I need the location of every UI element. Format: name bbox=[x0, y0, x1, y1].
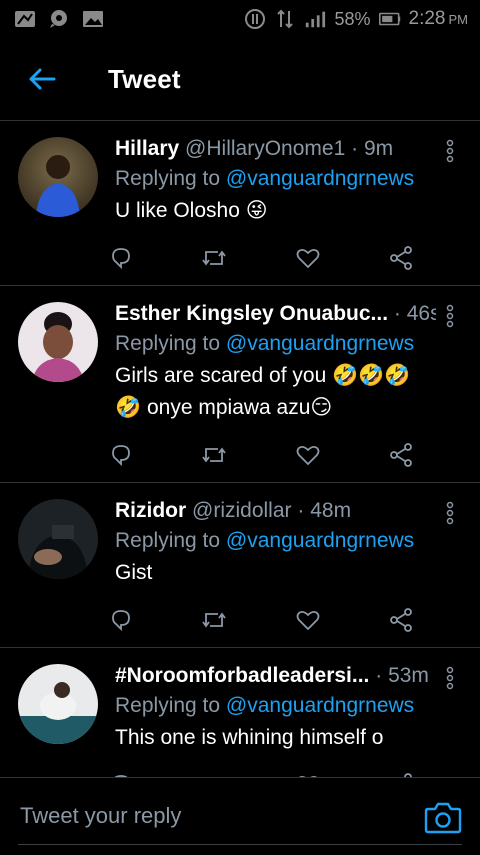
reply-tweet[interactable]: Hillary @HillaryOnome1 · 9m Replying to … bbox=[0, 121, 480, 286]
share-button[interactable] bbox=[386, 442, 416, 468]
retweet-icon bbox=[202, 612, 227, 628]
replying-to-prefix: Replying to bbox=[115, 694, 221, 717]
more-options-icon[interactable] bbox=[442, 501, 458, 525]
share-button[interactable] bbox=[386, 245, 416, 271]
tweet-actions bbox=[106, 589, 416, 647]
replying-to: Replying to @vanguardngrnews bbox=[115, 163, 436, 195]
gallery-icon bbox=[82, 10, 104, 28]
share-icon bbox=[390, 443, 412, 467]
battery-percent: 58% bbox=[334, 8, 371, 29]
replying-to: Replying to @vanguardngrnews bbox=[115, 328, 436, 360]
reply-icon bbox=[112, 445, 130, 467]
data-transfer-icon bbox=[274, 9, 296, 29]
camera-button[interactable] bbox=[424, 800, 462, 834]
avatar[interactable] bbox=[18, 499, 98, 579]
more-options-icon[interactable] bbox=[442, 304, 458, 328]
author-name[interactable]: Rizidor bbox=[115, 499, 186, 522]
author-name[interactable]: Esther Kingsley Onuabuc... bbox=[115, 302, 388, 325]
retweet-icon bbox=[202, 250, 227, 266]
more-options-icon[interactable] bbox=[442, 666, 458, 690]
like-icon bbox=[296, 610, 320, 631]
retweet-button[interactable] bbox=[199, 607, 229, 633]
reply-button[interactable] bbox=[106, 442, 136, 468]
data-saver-icon bbox=[244, 9, 266, 29]
signal-icon bbox=[304, 10, 326, 28]
replies-list[interactable]: Hillary @HillaryOnome1 · 9m Replying to … bbox=[0, 121, 480, 777]
tweet-actions bbox=[106, 424, 416, 482]
battery-icon bbox=[378, 10, 401, 28]
replying-to-prefix: Replying to bbox=[115, 332, 221, 355]
status-bar: 58% 2:28 PM bbox=[0, 0, 480, 38]
replying-to-prefix: Replying to bbox=[115, 167, 221, 190]
tweet-header: Rizidor @rizidollar · 48m bbox=[115, 497, 436, 525]
share-icon bbox=[390, 246, 412, 270]
tweet-text: Girls are scared of you 🤣🤣🤣🤣 onye mpiawa… bbox=[115, 364, 411, 419]
reply-button[interactable] bbox=[106, 607, 136, 633]
like-button[interactable] bbox=[293, 245, 323, 271]
back-button[interactable] bbox=[22, 59, 62, 99]
page-title: Tweet bbox=[108, 63, 181, 94]
replying-to: Replying to @vanguardngrnews bbox=[115, 690, 436, 722]
author-name[interactable]: #Noroomforbadleadersi... bbox=[115, 664, 369, 687]
timestamp: 53m bbox=[388, 664, 429, 687]
retweet-icon bbox=[202, 447, 227, 463]
tweet-text: U like Olosho 😜 bbox=[115, 199, 268, 222]
separator: · bbox=[393, 302, 401, 325]
author-handle[interactable]: @HillaryOnome1 bbox=[185, 137, 345, 160]
clock-ampm: PM bbox=[448, 12, 469, 27]
reply-input-underline bbox=[18, 844, 462, 845]
tweet-actions bbox=[106, 754, 416, 777]
tweet-actions bbox=[106, 227, 416, 285]
separator: · bbox=[297, 499, 305, 522]
like-button[interactable] bbox=[293, 442, 323, 468]
share-icon bbox=[390, 608, 412, 632]
separator: · bbox=[351, 137, 359, 160]
notification-icon bbox=[14, 10, 36, 28]
like-icon bbox=[296, 248, 320, 269]
retweet-button[interactable] bbox=[199, 245, 229, 271]
reply-tweet[interactable]: Esther Kingsley Onuabuc... · 46s Replyin… bbox=[0, 286, 480, 483]
more-options-icon[interactable] bbox=[442, 139, 458, 163]
like-icon bbox=[296, 445, 320, 466]
clock: 2:28 PM bbox=[409, 8, 468, 30]
replying-to-link[interactable]: @vanguardngrnews bbox=[226, 332, 414, 355]
timestamp: 48m bbox=[310, 499, 352, 522]
share-button[interactable] bbox=[386, 607, 416, 633]
clock-time: 2:28 bbox=[408, 8, 446, 29]
top-app-bar: Tweet bbox=[0, 38, 480, 121]
reply-tweet[interactable]: #Noroomforbadleadersi... · 53m Replying … bbox=[0, 648, 480, 777]
camera-icon bbox=[424, 802, 462, 834]
timestamp: 46s bbox=[406, 302, 436, 325]
like-button[interactable] bbox=[293, 607, 323, 633]
avatar[interactable] bbox=[18, 137, 98, 217]
avatar[interactable] bbox=[18, 664, 98, 744]
separator: · bbox=[375, 664, 383, 687]
reply-tweet[interactable]: Rizidor @rizidollar · 48m Replying to @v… bbox=[0, 483, 480, 648]
avatar[interactable] bbox=[18, 302, 98, 382]
reply-input[interactable] bbox=[18, 792, 412, 840]
author-handle[interactable]: @rizidollar bbox=[192, 499, 292, 522]
replying-to-link[interactable]: @vanguardngrnews bbox=[226, 167, 414, 190]
replying-to-link[interactable]: @vanguardngrnews bbox=[226, 529, 414, 552]
reply-button[interactable] bbox=[106, 245, 136, 271]
tweet-header: Hillary @HillaryOnome1 · 9m bbox=[115, 135, 436, 163]
back-arrow-icon bbox=[29, 68, 56, 90]
messenger-icon bbox=[48, 10, 70, 28]
replying-to: Replying to @vanguardngrnews bbox=[115, 525, 436, 557]
reply-icon bbox=[112, 248, 130, 270]
tweet-header: #Noroomforbadleadersi... · 53m bbox=[115, 662, 436, 690]
reply-composer bbox=[0, 777, 480, 855]
reply-icon bbox=[112, 610, 130, 632]
replying-to-prefix: Replying to bbox=[115, 529, 221, 552]
replying-to-link[interactable]: @vanguardngrnews bbox=[226, 694, 414, 717]
timestamp: 9m bbox=[363, 137, 394, 160]
tweet-header: Esther Kingsley Onuabuc... · 46s bbox=[115, 300, 436, 328]
tweet-text: This one is whining himself o bbox=[115, 726, 384, 749]
retweet-button[interactable] bbox=[199, 442, 229, 468]
author-name[interactable]: Hillary bbox=[115, 137, 179, 160]
tweet-text: Gist bbox=[115, 561, 153, 584]
